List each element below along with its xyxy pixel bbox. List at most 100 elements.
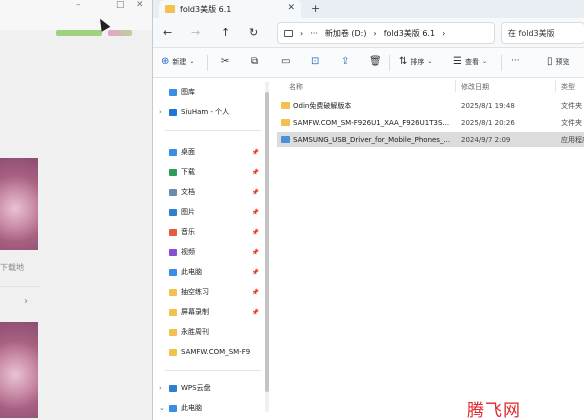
column-divider[interactable] xyxy=(455,80,456,92)
column-header-type[interactable]: 类型 xyxy=(561,82,575,92)
view-button[interactable]: ☰ 查看 ⌄ xyxy=(453,56,487,67)
chevron-right-icon[interactable]: › xyxy=(24,296,28,307)
preview-button[interactable]: ▯ 预览 xyxy=(547,56,570,67)
file-date: 2025/8/1 19:48 xyxy=(461,101,515,110)
address-sep: › xyxy=(373,28,377,38)
folder-icon xyxy=(169,328,177,336)
pin-icon: 📌 xyxy=(251,228,259,236)
chevron-icon[interactable]: › xyxy=(159,384,169,392)
scissors-icon: ✂ xyxy=(221,56,230,67)
thumbnail-image[interactable] xyxy=(0,158,38,250)
address-bar[interactable]: › ··· 新加卷 (D:) › fold3美版 6.1 › xyxy=(277,22,495,44)
share-button[interactable]: ⇪ xyxy=(341,56,349,67)
title-bar: fold3美版 6.1 ✕ + xyxy=(153,0,584,18)
chevron-down-icon: ⌄ xyxy=(189,58,195,65)
folder-icon xyxy=(169,88,177,96)
sidebar-item[interactable]: 桌面 📌 xyxy=(159,144,263,160)
new-tab-button[interactable]: + xyxy=(311,2,320,15)
sidebar-item[interactable]: SAMFW.COM_SM-F9 xyxy=(159,344,263,360)
paste-button[interactable]: ▭ xyxy=(281,56,290,67)
column-header-date[interactable]: 修改日期 xyxy=(461,82,489,92)
rename-icon: ⊡ xyxy=(311,56,320,67)
file-row[interactable]: SAMFW.COM_SM-F926U1_XAA_F926U1T3S... 2025… xyxy=(277,115,584,130)
file-type: 文件夹 xyxy=(561,101,582,110)
search-input[interactable]: 在 fold3美版 xyxy=(501,22,584,44)
background-app: – □ ✕ 下载地 › xyxy=(0,0,152,420)
color-strip xyxy=(108,30,132,36)
maximize-icon[interactable]: □ xyxy=(116,0,125,10)
copy-button[interactable]: ⧉ xyxy=(251,56,258,67)
sidebar-item-label: SAMFW.COM_SM-F9 xyxy=(181,348,251,356)
sidebar-item-label: 文档 xyxy=(181,188,195,196)
pin-icon: 📌 xyxy=(251,208,259,216)
breadcrumb-drive[interactable]: 新加卷 (D:) xyxy=(325,28,367,39)
sidebar-item[interactable]: 永胜周刊 xyxy=(159,324,263,340)
nav-scrollbar[interactable] xyxy=(265,82,269,412)
folder-icon xyxy=(169,208,177,216)
sidebar-item-label: 下载 xyxy=(181,168,195,176)
close-icon[interactable]: ✕ xyxy=(136,0,144,10)
sidebar-item[interactable]: › WPS云盘 xyxy=(159,380,263,396)
folder-icon xyxy=(169,168,177,176)
monitor-icon xyxy=(284,29,293,37)
tab-fold3[interactable]: fold3美版 6.1 ✕ xyxy=(159,0,301,18)
sidebar-item[interactable]: 下载 📌 xyxy=(159,164,263,180)
breadcrumb-folder[interactable]: fold3美版 6.1 xyxy=(384,28,435,39)
chevron-icon[interactable]: › xyxy=(159,108,169,116)
sidebar-item-label: 此电脑 xyxy=(181,268,202,276)
rename-button[interactable]: ⊡ xyxy=(311,56,319,67)
forward-button[interactable]: → xyxy=(191,26,200,39)
sidebar-item[interactable]: › SiuHam - 个人 xyxy=(159,104,263,120)
file-row[interactable]: SAMSUNG_USB_Driver_for_Mobile_Phones_...… xyxy=(277,132,584,147)
sort-label: 排序 xyxy=(410,57,425,66)
sidebar-item[interactable]: 此电脑 📌 xyxy=(159,264,263,280)
cut-button[interactable]: ✂ xyxy=(221,56,229,67)
trash-icon: 🗑 xyxy=(369,56,382,67)
file-name: SAMFW.COM_SM-F926U1_XAA_F926U1T3S... xyxy=(293,118,450,127)
more-options-button[interactable]: ··· xyxy=(511,56,520,66)
file-type: 应用程序 xyxy=(561,135,584,144)
scrollbar-thumb[interactable] xyxy=(265,92,269,392)
up-button[interactable]: ↑ xyxy=(221,26,230,39)
address-more-button[interactable]: ··· xyxy=(310,29,318,38)
sidebar-item-label: 图片 xyxy=(181,208,195,216)
column-header-name[interactable]: 名称 xyxy=(289,82,303,92)
new-button[interactable]: ⊕ 新建 ⌄ xyxy=(161,56,194,67)
sidebar-item[interactable]: 抽空练习 📌 xyxy=(159,284,263,300)
sort-button[interactable]: ⇅ 排序 ⌄ xyxy=(399,56,432,67)
sidebar-item[interactable]: 视频 📌 xyxy=(159,244,263,260)
pin-icon: 📌 xyxy=(251,288,259,296)
column-divider[interactable] xyxy=(555,80,556,92)
progress-bar xyxy=(56,30,102,36)
folder-icon xyxy=(169,404,177,412)
chevron-icon[interactable]: ⌄ xyxy=(159,404,169,412)
address-sep: › xyxy=(442,28,446,38)
folder-icon xyxy=(169,188,177,196)
sidebar-item[interactable]: 图片 📌 xyxy=(159,204,263,220)
folder-icon xyxy=(169,288,177,296)
sidebar-item-label: 抽空练习 xyxy=(181,288,209,296)
sidebar-item[interactable]: ⌄ 此电脑 xyxy=(159,400,263,416)
sidebar-item[interactable]: 屏幕录制 📌 xyxy=(159,304,263,320)
refresh-button[interactable]: ↻ xyxy=(249,26,258,39)
sidebar-item-label: 永胜周刊 xyxy=(181,328,209,336)
delete-button[interactable]: 🗑 xyxy=(369,56,382,67)
back-button[interactable]: ← xyxy=(163,26,172,39)
sidebar-item-label: WPS云盘 xyxy=(181,384,211,392)
sidebar-item[interactable]: 图库 xyxy=(159,84,263,100)
tab-close-icon[interactable]: ✕ xyxy=(287,3,295,13)
thumbnail-image[interactable] xyxy=(0,322,38,418)
folder-icon xyxy=(169,248,177,256)
folder-icon xyxy=(169,268,177,276)
sidebar-item-label: 此电脑 xyxy=(181,404,202,412)
folder-icon xyxy=(281,102,290,109)
view-icon: ☰ xyxy=(453,56,462,67)
sidebar-item[interactable]: 音乐 📌 xyxy=(159,224,263,240)
navigation-bar: ← → ↑ ↻ › ··· 新加卷 (D:) › fold3美版 6.1 › 在… xyxy=(153,18,584,48)
command-bar: ⊕ 新建 ⌄ ✂ ⧉ ▭ ⊡ ⇪ 🗑 ⇅ 排序 ⌄ ☰ 查看 ⌄ ··· ▯ 预… xyxy=(153,48,584,78)
sidebar-item[interactable]: 文档 📌 xyxy=(159,184,263,200)
file-row[interactable]: Odin免费破解版本 2025/8/1 19:48 文件夹 xyxy=(277,98,584,113)
pin-icon: 📌 xyxy=(251,308,259,316)
minimize-icon[interactable]: – xyxy=(76,0,81,10)
address-sep: › xyxy=(300,28,304,38)
